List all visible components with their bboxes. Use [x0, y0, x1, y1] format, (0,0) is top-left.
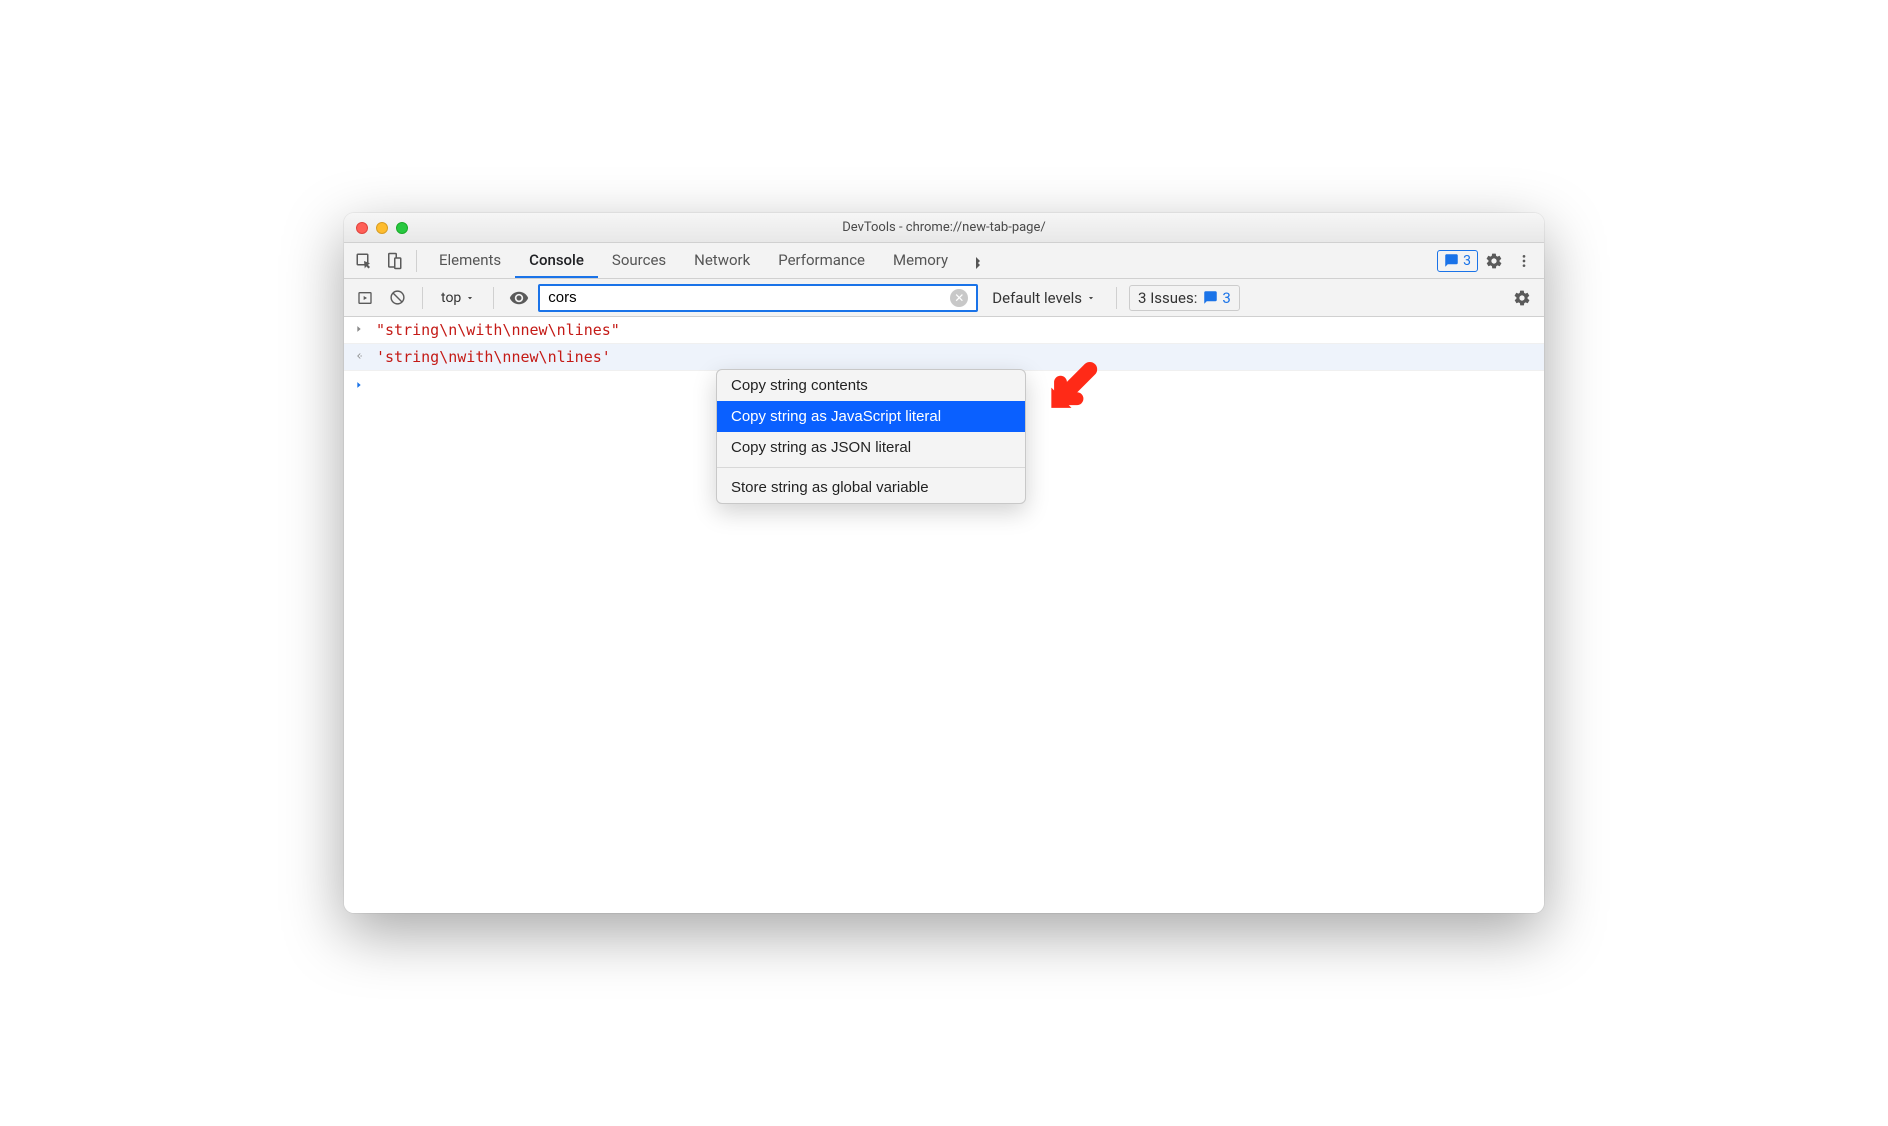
tab-network[interactable]: Network — [680, 243, 764, 278]
message-icon — [1444, 253, 1459, 268]
console-input-line[interactable]: "string\n\with\nnew\nlines" — [344, 317, 1544, 344]
clear-console-icon[interactable] — [384, 285, 410, 311]
tab-performance[interactable]: Performance — [764, 243, 879, 278]
chevron-down-icon — [1086, 293, 1096, 303]
sidebar-toggle-icon[interactable] — [352, 285, 378, 311]
console-output-line[interactable]: 'string\nwith\nnew\nlines' — [344, 344, 1544, 371]
titlebar: DevTools - chrome://new-tab-page/ — [344, 213, 1544, 243]
menu-copy-string-contents[interactable]: Copy string contents — [717, 370, 1025, 401]
settings-icon[interactable] — [1480, 247, 1508, 275]
issues-counter[interactable]: 3 Issues: 3 — [1129, 285, 1240, 311]
live-expression-icon[interactable] — [506, 285, 532, 311]
menu-copy-string-js-literal[interactable]: Copy string as JavaScript literal — [717, 401, 1025, 432]
maximize-button[interactable] — [396, 222, 408, 234]
tab-label: Elements — [439, 251, 501, 269]
tab-memory[interactable]: Memory — [879, 243, 962, 278]
devtools-window: DevTools - chrome://new-tab-page/ Elemen… — [344, 213, 1544, 913]
tab-label: Memory — [893, 251, 948, 269]
code-text: "string\n\with\nnew\nlines" — [376, 321, 620, 339]
traffic-lights — [356, 222, 408, 234]
clear-filter-icon[interactable]: ✕ — [950, 289, 968, 307]
context-selector[interactable]: top — [435, 290, 481, 306]
console-output[interactable]: "string\n\with\nnew\nlines" 'string\nwit… — [344, 317, 1544, 913]
separator — [422, 287, 423, 309]
levels-label: Default levels — [992, 289, 1082, 307]
console-toolbar: top ✕ Default levels 3 Issues: 3 — [344, 279, 1544, 317]
tab-label: Sources — [612, 251, 666, 269]
tab-label: Console — [529, 251, 584, 269]
console-settings-icon[interactable] — [1508, 284, 1536, 312]
tab-sources[interactable]: Sources — [598, 243, 680, 278]
tab-elements[interactable]: Elements — [425, 243, 515, 278]
issues-label: 3 Issues: — [1138, 289, 1197, 307]
separator — [1116, 287, 1117, 309]
tabs-list: Elements Console Sources Network Perform… — [425, 243, 962, 278]
inspect-element-icon[interactable] — [350, 247, 378, 275]
separator — [493, 287, 494, 309]
message-icon — [1203, 290, 1218, 305]
device-toolbar-icon[interactable] — [380, 247, 408, 275]
messages-badge[interactable]: 3 — [1437, 250, 1478, 272]
issues-count: 3 — [1222, 289, 1230, 307]
context-label: top — [441, 290, 461, 306]
more-tabs-button[interactable] — [964, 253, 992, 269]
tabs-row: Elements Console Sources Network Perform… — [344, 243, 1544, 279]
tab-label: Network — [694, 251, 750, 269]
log-levels-selector[interactable]: Default levels — [984, 289, 1104, 307]
input-arrow-icon — [354, 323, 366, 335]
filter-input[interactable]: ✕ — [538, 284, 978, 312]
code-text: 'string\nwith\nnew\nlines' — [376, 348, 611, 366]
context-menu: Copy string contents Copy string as Java… — [716, 369, 1026, 504]
separator — [416, 250, 417, 272]
menu-store-global-variable[interactable]: Store string as global variable — [717, 472, 1025, 503]
minimize-button[interactable] — [376, 222, 388, 234]
badge-count: 3 — [1463, 253, 1471, 269]
output-arrow-icon — [354, 350, 366, 362]
window-title: DevTools - chrome://new-tab-page/ — [344, 220, 1544, 235]
tab-label: Performance — [778, 251, 865, 269]
chevron-down-icon — [465, 293, 475, 303]
tab-console[interactable]: Console — [515, 243, 598, 278]
menu-copy-string-json-literal[interactable]: Copy string as JSON literal — [717, 432, 1025, 463]
prompt-arrow-icon — [354, 379, 366, 391]
close-button[interactable] — [356, 222, 368, 234]
filter-text-field[interactable] — [548, 289, 950, 306]
menu-separator — [717, 467, 1025, 468]
more-options-icon[interactable] — [1510, 247, 1538, 275]
